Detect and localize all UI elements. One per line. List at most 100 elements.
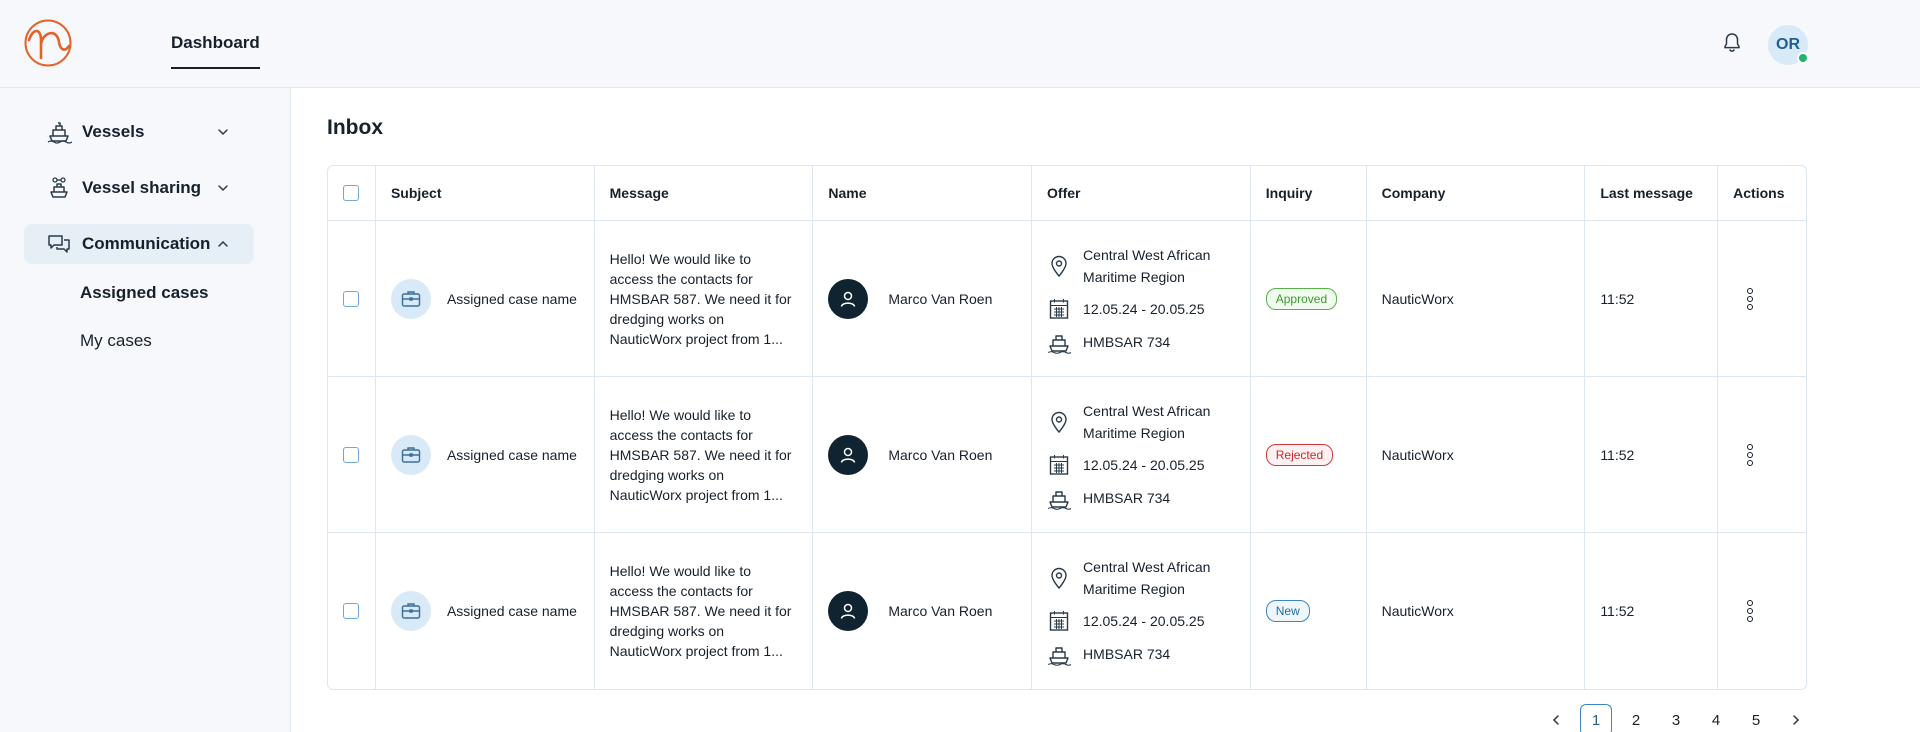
company-cell: NauticWorx <box>1367 221 1586 376</box>
sidebar-item-label: Communication <box>82 234 211 253</box>
offer-region: Central West African Maritime Region <box>1083 246 1211 285</box>
sidebar: Vessels Vessel sharing Communication Ass… <box>0 88 291 732</box>
message-cell: Hello! We would like to access the conta… <box>595 377 814 532</box>
calendar-icon <box>1047 453 1071 477</box>
row-checkbox[interactable] <box>343 446 360 463</box>
location-pin-icon <box>1047 254 1071 278</box>
column-header-inquiry[interactable]: Inquiry <box>1251 166 1367 220</box>
subject-cell: Assigned case name <box>376 377 595 532</box>
sidebar-subitem-assigned-cases[interactable]: Assigned cases <box>80 283 209 303</box>
column-header-message[interactable]: Message <box>595 166 814 220</box>
chevron-down-icon[interactable] <box>216 181 230 195</box>
offer-region: Central West African Maritime Region <box>1083 402 1211 441</box>
ship-icon <box>46 119 72 145</box>
page-button-2[interactable]: 2 <box>1620 704 1652 732</box>
column-header-company[interactable]: Company <box>1367 166 1586 220</box>
person-name: Marco Van Roen <box>888 446 993 463</box>
table-header-row: Subject Message Name Offer Inquiry Compa… <box>328 166 1806 221</box>
select-cell <box>328 221 376 376</box>
last-message-cell: 11:52 <box>1585 377 1719 532</box>
message-preview[interactable]: Hello! We would like to access the conta… <box>610 405 813 505</box>
page-button-5[interactable]: 5 <box>1740 704 1772 732</box>
case-name[interactable]: Assigned case name <box>447 291 577 307</box>
more-options-icon[interactable] <box>1745 600 1755 622</box>
offer-vessel: HMBSAR 734 <box>1083 333 1171 350</box>
status-badge: Approved <box>1265 287 1338 310</box>
inquiry-cell: Rejected <box>1251 377 1367 532</box>
person-avatar-icon <box>828 434 869 475</box>
sidebar-item-label: Vessels <box>82 122 145 141</box>
column-header-subject[interactable]: Subject <box>376 166 595 220</box>
actions-cell <box>1718 377 1806 532</box>
inbox-table: Subject Message Name Offer Inquiry Compa… <box>327 165 1807 690</box>
briefcase-icon <box>390 591 431 631</box>
online-status-dot <box>1797 52 1809 64</box>
table-row[interactable]: Assigned case name Hello! We would like … <box>328 221 1806 377</box>
nav-tab-dashboard[interactable]: Dashboard <box>171 33 260 69</box>
top-bar: Dashboard OR <box>0 0 1920 88</box>
subject-cell: Assigned case name <box>376 221 595 376</box>
inquiry-cell: Approved <box>1251 221 1367 376</box>
briefcase-icon <box>390 434 431 475</box>
ship-icon <box>1047 642 1072 666</box>
message-cell: Hello! We would like to access the conta… <box>595 533 814 689</box>
message-cell: Hello! We would like to access the conta… <box>595 221 814 376</box>
chat-icon <box>46 231 72 257</box>
more-options-icon[interactable] <box>1745 443 1755 466</box>
ship-share-icon <box>46 175 72 201</box>
offer-vessel: HMBSAR 734 <box>1083 489 1171 506</box>
select-all-checkbox[interactable] <box>343 185 360 201</box>
inquiry-cell: New <box>1251 533 1367 689</box>
column-header-offer[interactable]: Offer <box>1032 166 1251 220</box>
sidebar-item-vessel-sharing[interactable]: Vessel sharing <box>24 168 254 208</box>
actions-cell <box>1718 533 1806 689</box>
name-cell: Marco Van Roen <box>813 377 1033 532</box>
message-preview[interactable]: Hello! We would like to access the conta… <box>610 561 813 661</box>
row-checkbox[interactable] <box>343 603 360 619</box>
offer-cell: Central West African Maritime Region 12.… <box>1032 533 1251 689</box>
case-name[interactable]: Assigned case name <box>447 603 577 619</box>
sidebar-subitem-my-cases[interactable]: My cases <box>80 331 152 351</box>
company-cell: NauticWorx <box>1367 533 1586 689</box>
column-header-name[interactable]: Name <box>813 166 1033 220</box>
subject-cell: Assigned case name <box>376 533 595 689</box>
table-row[interactable]: Assigned case name Hello! We would like … <box>328 533 1806 689</box>
location-pin-icon <box>1047 566 1071 590</box>
message-preview[interactable]: Hello! We would like to access the conta… <box>610 249 813 349</box>
company-cell: NauticWorx <box>1367 377 1586 532</box>
case-name[interactable]: Assigned case name <box>447 447 577 463</box>
person-name: Marco Van Roen <box>888 290 993 307</box>
page-title: Inbox <box>327 116 383 139</box>
previous-page-icon[interactable] <box>1540 704 1572 732</box>
last-message-cell: 11:52 <box>1585 221 1719 376</box>
briefcase-icon <box>390 278 431 319</box>
chevron-down-icon[interactable] <box>216 125 230 139</box>
row-checkbox[interactable] <box>343 290 360 307</box>
ship-icon <box>1047 486 1072 510</box>
select-cell <box>328 377 376 532</box>
more-options-icon[interactable] <box>1745 287 1755 310</box>
page-button-3[interactable]: 3 <box>1660 704 1692 732</box>
column-header-actions: Actions <box>1733 185 1785 201</box>
pagination: 1 2 3 4 5 <box>1540 704 1812 732</box>
last-message-cell: 11:52 <box>1585 533 1719 689</box>
notification-bell-icon[interactable] <box>1720 31 1744 55</box>
select-cell <box>328 533 376 689</box>
person-avatar-icon <box>828 278 869 319</box>
column-header-last-message[interactable]: Last message <box>1585 166 1719 220</box>
ship-icon <box>1047 330 1072 354</box>
sidebar-item-communication[interactable]: Communication <box>24 224 254 264</box>
name-cell: Marco Van Roen <box>813 221 1033 376</box>
name-cell: Marco Van Roen <box>813 533 1033 689</box>
table-row[interactable]: Assigned case name Hello! We would like … <box>328 377 1806 533</box>
location-pin-icon <box>1047 410 1071 434</box>
brand-logo[interactable] <box>23 18 73 68</box>
chevron-up-icon[interactable] <box>216 237 230 251</box>
page-button-4[interactable]: 4 <box>1700 704 1732 732</box>
page-button-1[interactable]: 1 <box>1580 704 1612 732</box>
status-badge: Rejected <box>1265 443 1334 466</box>
sidebar-item-vessels[interactable]: Vessels <box>24 112 254 152</box>
next-page-icon[interactable] <box>1780 704 1812 732</box>
person-name: Marco Van Roen <box>888 603 993 619</box>
offer-cell: Central West African Maritime Region 12.… <box>1032 377 1251 532</box>
